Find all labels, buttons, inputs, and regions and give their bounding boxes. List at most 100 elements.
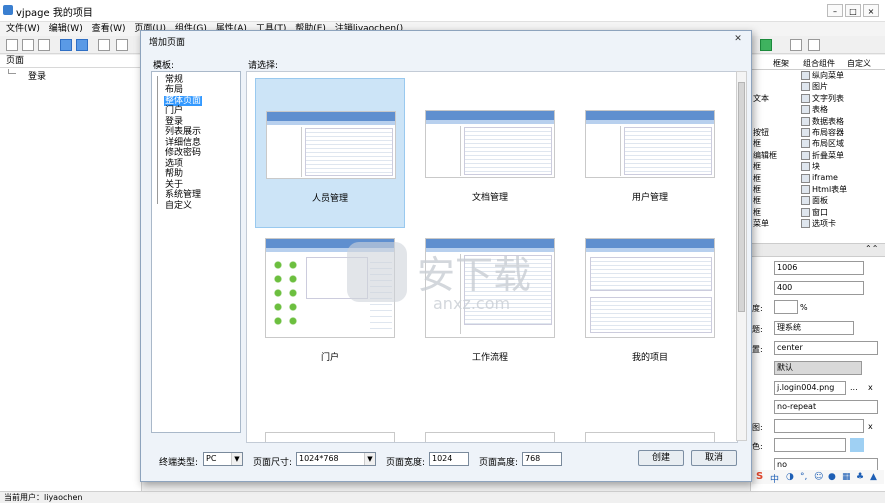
component-image[interactable]: 图片: [812, 81, 828, 92]
component-label-partial: 框: [753, 162, 761, 171]
clear-icon[interactable]: x: [868, 383, 873, 392]
template-item-layout[interactable]: 布局: [164, 85, 184, 95]
terminal-type-select[interactable]: PC ▼: [203, 452, 243, 466]
template-item-whole-page[interactable]: 整体页面: [164, 96, 203, 106]
prop-label-partial: 色:: [752, 442, 763, 451]
text-list-icon: [801, 94, 810, 103]
component-text-list[interactable]: 文字列表: [812, 93, 844, 104]
page-tree-item[interactable]: 登录: [28, 69, 46, 82]
template-item-about[interactable]: 关于: [164, 180, 184, 190]
collapse-icon[interactable]: ⌃⌃: [865, 244, 878, 253]
ime-logo-icon[interactable]: S: [756, 471, 763, 482]
component-panel[interactable]: 面板: [812, 195, 828, 206]
template-item-system-admin[interactable]: 系统管理: [164, 190, 202, 200]
component-tabs[interactable]: 选项卡: [812, 218, 836, 229]
prop-label-partial: 图:: [752, 423, 763, 432]
template-item-list[interactable]: 列表展示: [164, 127, 202, 137]
component-layout-area[interactable]: 布局区域: [812, 138, 844, 149]
cancel-button[interactable]: 取消: [691, 450, 737, 466]
prop-percent-input[interactable]: [774, 300, 798, 314]
component-html-form[interactable]: Html表单: [812, 184, 847, 195]
ime-menu-icon[interactable]: ▲: [870, 472, 877, 482]
component-iframe[interactable]: iframe: [812, 173, 838, 182]
upload-icon[interactable]: [60, 39, 72, 51]
copy-icon[interactable]: [116, 39, 128, 51]
create-button[interactable]: 创建: [638, 450, 684, 466]
chevron-down-icon: ▼: [231, 453, 242, 465]
template-item-change-password[interactable]: 修改密码: [164, 148, 202, 158]
ime-emoji-icon[interactable]: ☺: [814, 472, 823, 482]
template-card[interactable]: 人员管理: [255, 78, 405, 228]
new-page-icon[interactable]: [22, 39, 34, 51]
ime-toolbar: S 中 ◑ °, ☺ ● ▦ ♣ ▲: [752, 470, 884, 485]
image-icon: [801, 82, 810, 91]
prop-color[interactable]: [774, 438, 846, 452]
page-width-input[interactable]: 1024: [429, 452, 469, 466]
tab-combo-components[interactable]: 组合组件: [803, 58, 835, 69]
menu-file[interactable]: 文件(W): [6, 22, 40, 36]
grid-icon[interactable]: [790, 39, 802, 51]
dialog-title: 增加页面: [149, 38, 186, 48]
layout-icon[interactable]: [808, 39, 820, 51]
template-card[interactable]: 我的项目: [575, 238, 725, 388]
terminal-type-label: 终端类型:: [159, 458, 199, 468]
template-item-custom[interactable]: 自定义: [164, 201, 193, 211]
scrollbar-thumb[interactable]: [738, 82, 745, 312]
prop-default[interactable]: 默认: [774, 361, 862, 375]
template-card[interactable]: 用户管理: [575, 78, 725, 228]
component-accordion-menu[interactable]: 折叠菜单: [812, 150, 844, 161]
prop-repeat-select[interactable]: no-repeat: [774, 400, 878, 414]
component-data-table[interactable]: 数据表格: [812, 116, 844, 127]
prop-align-select[interactable]: center: [774, 341, 878, 355]
template-card[interactable]: 文档管理: [415, 78, 565, 228]
menu-view[interactable]: 查看(W): [92, 22, 126, 36]
ime-skin-icon[interactable]: ♣: [856, 472, 864, 482]
page-height-input[interactable]: 768: [522, 452, 562, 466]
close-icon[interactable]: ✕: [731, 34, 745, 45]
template-scrollbar[interactable]: [736, 71, 747, 441]
color-swatch[interactable]: [850, 438, 864, 452]
template-item-login[interactable]: 登录: [164, 117, 184, 127]
component-label-partial: 框: [753, 174, 761, 183]
ime-keyboard-icon[interactable]: ▦: [842, 472, 851, 482]
template-item-help[interactable]: 帮助: [164, 169, 184, 179]
template-card-label: 工作流程: [471, 353, 508, 363]
prop-height[interactable]: 400: [774, 281, 864, 295]
component-layout-container[interactable]: 布局容器: [812, 127, 844, 138]
tab-frame[interactable]: 框架: [773, 58, 789, 69]
component-vertical-menu[interactable]: 纵向菜单: [812, 70, 844, 81]
prop-width[interactable]: 1006: [774, 261, 864, 275]
template-item-portal[interactable]: 门户: [164, 106, 184, 116]
close-icon[interactable]: ×: [863, 4, 879, 17]
data-table-icon: [801, 117, 810, 126]
clear-icon[interactable]: x: [868, 422, 873, 431]
prop-label-partial: 置:: [752, 345, 763, 354]
template-thumbnail: [425, 110, 555, 178]
menu-edit[interactable]: 编辑(W): [49, 22, 83, 36]
prop-title[interactable]: 理系统: [774, 321, 854, 335]
download-icon[interactable]: [76, 39, 88, 51]
component-table[interactable]: 表格: [812, 104, 828, 115]
tab-custom[interactable]: 自定义: [847, 58, 871, 69]
ime-mic-icon[interactable]: ●: [828, 472, 836, 482]
prop-image[interactable]: [774, 419, 864, 433]
ime-punct-icon[interactable]: °,: [800, 472, 807, 482]
component-window[interactable]: 窗口: [812, 207, 828, 218]
save-icon[interactable]: [98, 39, 110, 51]
minimize-icon[interactable]: –: [827, 4, 843, 17]
open-icon[interactable]: [38, 39, 50, 51]
ime-moon-icon[interactable]: ◑: [786, 472, 794, 482]
maximize-icon[interactable]: □: [845, 4, 861, 17]
layout-container-icon: [801, 128, 810, 137]
template-item-general[interactable]: 常规: [164, 75, 184, 85]
new-file-icon[interactable]: [6, 39, 18, 51]
template-item-detail[interactable]: 详细信息: [164, 138, 202, 148]
template-item-options[interactable]: 选项: [164, 159, 184, 169]
page-size-select[interactable]: 1024*768 ▼: [296, 452, 376, 466]
ime-chinese-icon[interactable]: 中: [770, 472, 779, 485]
component-label-partial: 文本: [753, 94, 769, 103]
browse-icon[interactable]: ...: [850, 383, 858, 392]
prop-background-image[interactable]: j.login004.png: [774, 381, 846, 395]
component-block[interactable]: 块: [812, 161, 820, 172]
align-icon[interactable]: [760, 39, 772, 51]
